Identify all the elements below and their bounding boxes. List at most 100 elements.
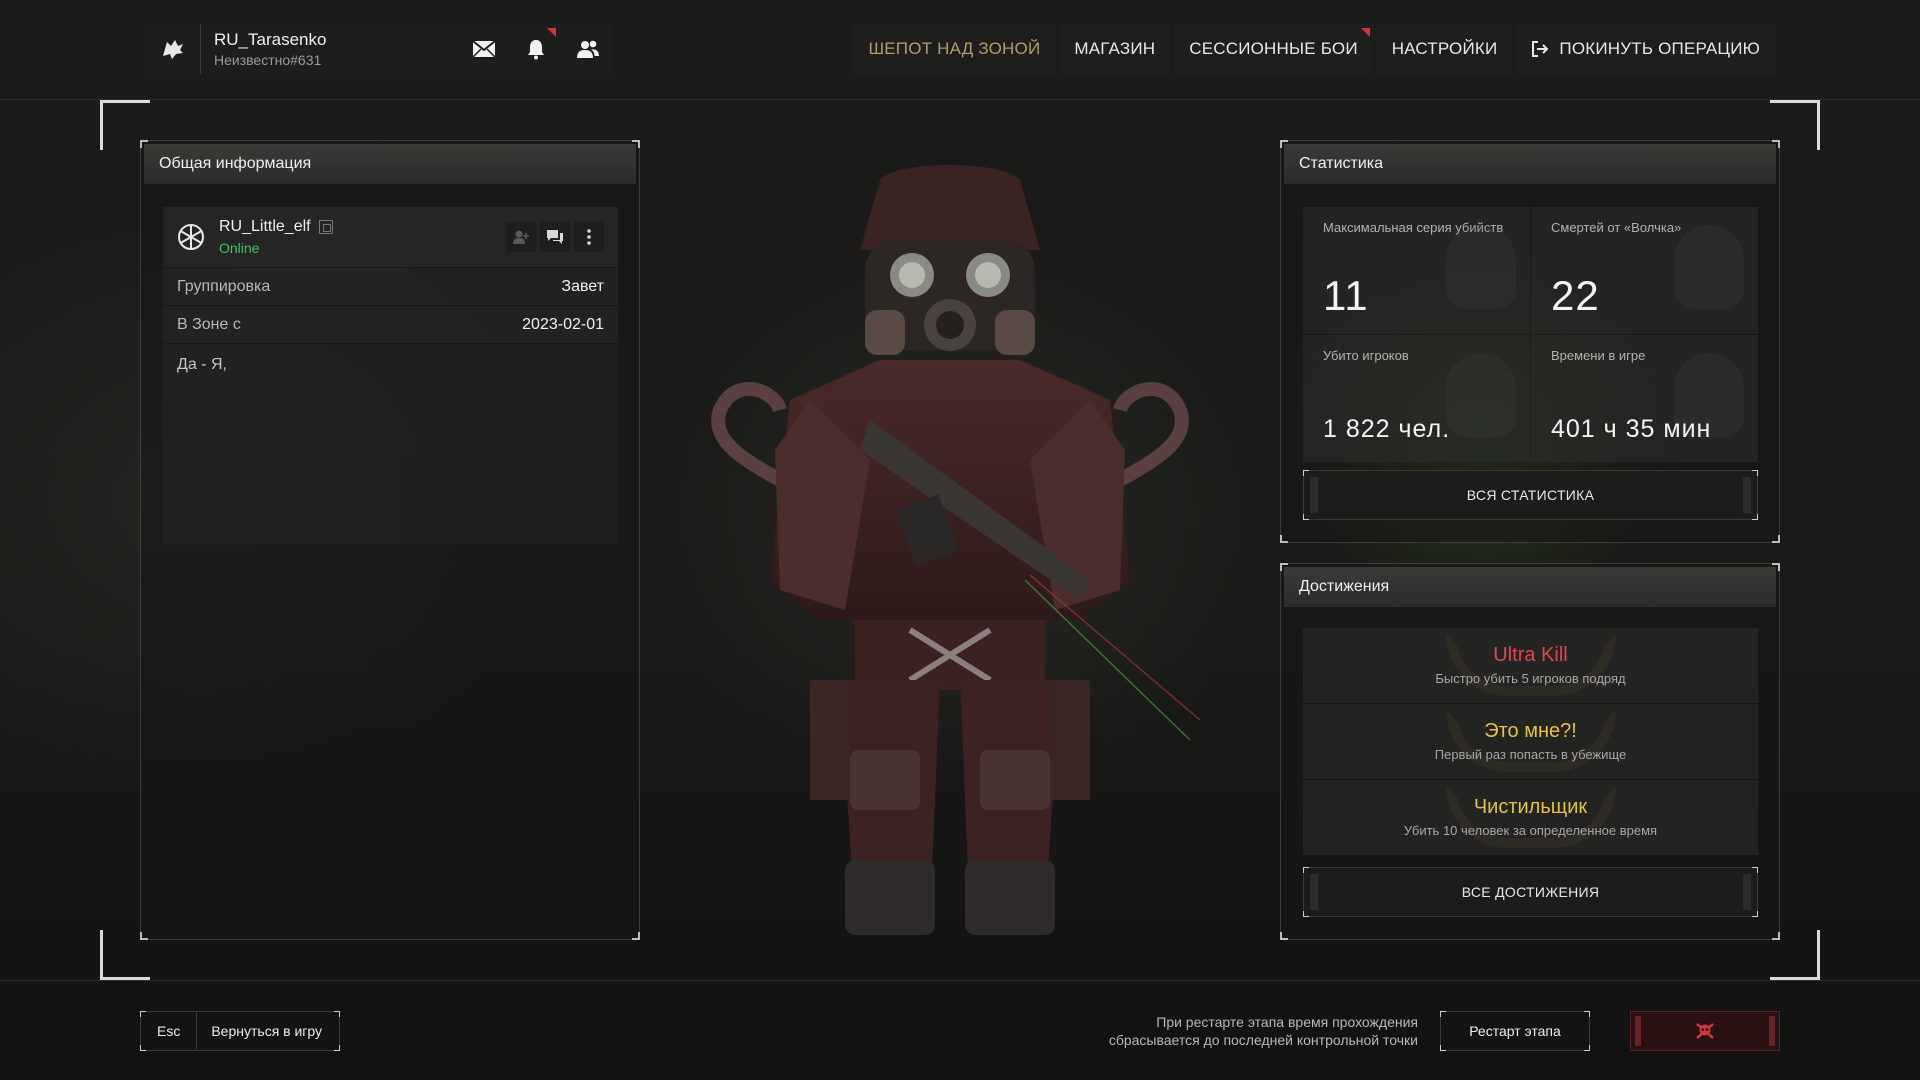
achievement-item[interactable]: Это мне?! Первый раз попасть в убежище: [1303, 704, 1758, 779]
panel-corner: [1772, 932, 1780, 940]
button-corner: [334, 1045, 340, 1051]
button-corner: [1752, 514, 1758, 520]
player-info-card: RU_Little_elf Online Группировка Завет В…: [163, 207, 618, 544]
copy-icon[interactable]: [318, 220, 333, 234]
stat-max-kill-streak: Максимальная серия убийств 11: [1303, 207, 1530, 334]
achievement-description: Убить 10 человек за определенное время: [1403, 823, 1658, 838]
nav-label: МАГАЗИН: [1074, 39, 1156, 58]
button-corner: [1584, 1011, 1590, 1017]
all-statistics-button[interactable]: ВСЯ СТАТИСТИКА: [1303, 470, 1758, 520]
notification-badge: [547, 28, 556, 37]
panel-title: Общая информация: [144, 144, 636, 184]
restart-note: При рестарте этапа время прохождения сбр…: [1109, 1013, 1418, 1049]
panel-corner: [1772, 535, 1780, 543]
button-corner: [1303, 911, 1309, 917]
stat-deaths-from-volchok: Смертей от «Волчка» 22: [1531, 207, 1758, 334]
friends-icon: [577, 40, 599, 58]
button-corner: [1584, 1045, 1590, 1051]
faction-value: Завет: [561, 277, 604, 295]
panel-corner: [1280, 140, 1288, 148]
panel-corner: [140, 932, 148, 940]
achievement-title: Это мне?!: [1484, 720, 1577, 742]
achievement-item[interactable]: Ultra Kill Быстро убить 5 игроков подряд: [1303, 628, 1758, 703]
faction-label: Группировка: [177, 277, 271, 295]
wolf-logo-icon: [145, 24, 201, 74]
player-bio: Да - Я,: [163, 344, 618, 544]
button-corner: [1752, 911, 1758, 917]
nav-badge: [1360, 28, 1370, 37]
button-corner: [1440, 1011, 1446, 1017]
all-achievements-button[interactable]: ВСЕ ДОСТИЖЕНИЯ: [1303, 867, 1758, 917]
nav-shop[interactable]: МАГАЗИН: [1058, 24, 1172, 74]
chat-icon: [547, 230, 563, 244]
achievement-title: Чистильщик: [1473, 796, 1588, 818]
chat-button[interactable]: [540, 222, 570, 252]
achievements-list: Ultra Kill Быстро убить 5 игроков подряд…: [1303, 628, 1758, 856]
nav-label: СЕССИОННЫЕ БОИ: [1189, 39, 1358, 58]
skull-watermark-icon: [1446, 353, 1516, 437]
achievement-title: Ultra Kill: [1493, 644, 1568, 666]
panel-corner: [632, 140, 640, 148]
nav-settings[interactable]: НАСТРОЙКИ: [1375, 24, 1514, 74]
stat-value: 401 ч 35 мин: [1551, 415, 1712, 443]
player-name: RU_Little_elf: [219, 218, 311, 235]
friends-button[interactable]: [563, 24, 613, 74]
player-profile-row: RU_Little_elf Online: [163, 207, 618, 267]
back-to-game-label: Вернуться в игру: [211, 1023, 323, 1039]
nav-session-battles[interactable]: СЕССИОННЫЕ БОИ: [1173, 24, 1374, 74]
add-friend-button[interactable]: [506, 222, 536, 252]
nav-label: НАСТРОЙКИ: [1391, 39, 1498, 58]
panel-corner: [1772, 140, 1780, 148]
button-label: ВСЕ ДОСТИЖЕНИЯ: [1461, 884, 1600, 900]
achievement-description: Первый раз попасть в убежище: [1434, 747, 1627, 762]
restart-note-line: сбрасывается до последней контрольной то…: [1108, 1032, 1418, 1048]
stat-value: 22: [1551, 272, 1600, 319]
add-friend-icon: [513, 230, 529, 244]
bottom-bar: Esc Вернуться в игру При рестарте этапа …: [0, 980, 1920, 1080]
button-corner: [1440, 1045, 1446, 1051]
character-model[interactable]: [680, 160, 1220, 960]
panel-corner: [1280, 932, 1288, 940]
skull-watermark-icon: [1446, 225, 1516, 309]
more-options-button[interactable]: [574, 222, 604, 252]
nav-label: ШЕПОТ НАД ЗОНОЙ: [868, 39, 1041, 58]
panel-corner: [1772, 563, 1780, 571]
panel-title: Статистика: [1284, 144, 1776, 184]
player-status: Online: [219, 240, 260, 256]
user-box[interactable]: RU_Tarasenko Неизвестно#631: [145, 24, 457, 74]
button-corner: [1303, 514, 1309, 520]
general-info-panel: Общая информация RU_Little_elf Online Гр…: [140, 140, 640, 940]
panel-corner: [1280, 535, 1288, 543]
notifications-button[interactable]: [511, 24, 561, 74]
button-corner: [334, 1011, 340, 1017]
faction-row: Группировка Завет: [163, 268, 618, 305]
nav-leave-operation[interactable]: ПОКИНУТЬ ОПЕРАЦИЮ: [1515, 24, 1776, 74]
statistics-panel: Статистика Максимальная серия убийств 11…: [1280, 140, 1780, 543]
panel-corner: [140, 140, 148, 148]
back-to-game-button[interactable]: Esc Вернуться в игру: [140, 1011, 340, 1051]
stat-value: 11: [1323, 272, 1369, 319]
button-corner: [1303, 867, 1309, 873]
panel-title: Достижения: [1284, 567, 1776, 607]
in-zone-since-label: В Зоне с: [177, 315, 241, 333]
user-tag: Неизвестно#631: [214, 52, 322, 68]
button-corner: [1752, 867, 1758, 873]
stats-grid: Максимальная серия убийств 11 Смертей от…: [1303, 207, 1758, 462]
suicide-button[interactable]: [1630, 1011, 1780, 1051]
restart-stage-button[interactable]: Рестарт этапа: [1440, 1011, 1590, 1051]
in-zone-since-value: 2023-02-01: [522, 315, 604, 333]
main-nav: ШЕПОТ НАД ЗОНОЙ МАГАЗИН СЕССИОННЫЕ БОИ Н…: [852, 24, 1776, 74]
skull-watermark-icon: [1674, 225, 1744, 309]
restart-note-line: При рестарте этапа время прохождения: [1156, 1014, 1418, 1030]
button-corner: [140, 1045, 146, 1051]
nav-whisper[interactable]: ШЕПОТ НАД ЗОНОЙ: [852, 24, 1057, 74]
mail-button[interactable]: [459, 24, 509, 74]
achievements-panel: Достижения Ultra Kill Быстро убить 5 игр…: [1280, 563, 1780, 940]
nav-label: ПОКИНУТЬ ОПЕРАЦИЮ: [1559, 39, 1760, 58]
more-vertical-icon: [587, 229, 591, 245]
skull-crossbones-icon: [1696, 1023, 1714, 1039]
exit-icon: [1532, 41, 1549, 57]
stat-value: 1 822 чел.: [1323, 415, 1451, 443]
panel-corner: [1280, 563, 1288, 571]
achievement-item[interactable]: Чистильщик Убить 10 человек за определен…: [1303, 780, 1758, 855]
